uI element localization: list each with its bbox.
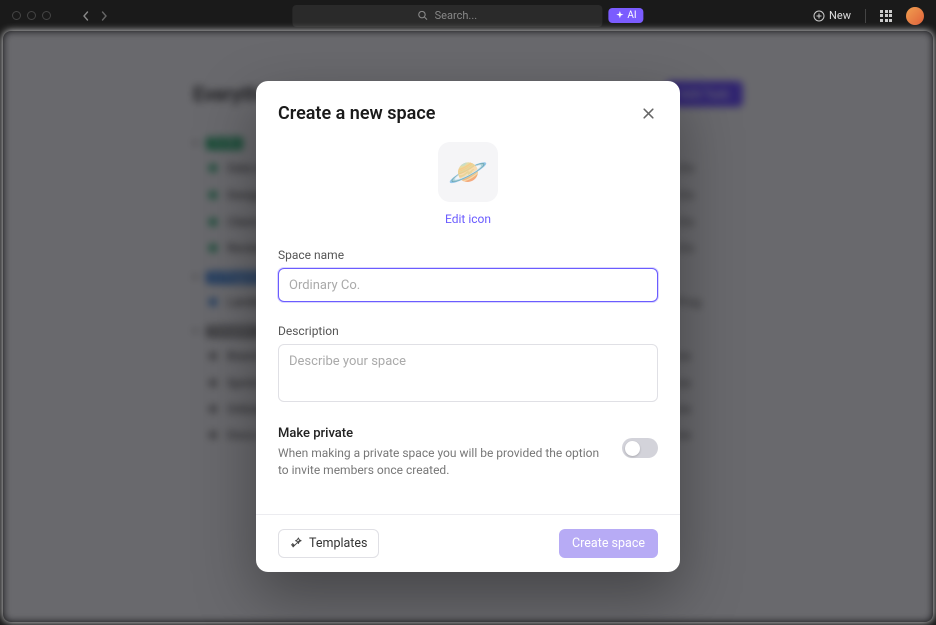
make-private-title: Make private <box>278 426 604 441</box>
window-zoom[interactable] <box>42 11 51 20</box>
edit-icon-link[interactable]: Edit icon <box>445 212 491 226</box>
close-icon <box>642 107 655 120</box>
create-space-modal: Create a new space 🪐 Edit icon Space nam… <box>256 81 680 572</box>
sparkle-icon <box>615 11 624 20</box>
space-name-label: Space name <box>278 248 658 262</box>
plus-circle-icon <box>813 10 825 22</box>
modal-title: Create a new space <box>278 103 435 124</box>
apps-grid-icon[interactable] <box>880 10 892 22</box>
search-input[interactable]: Search... <box>292 5 602 27</box>
make-private-toggle[interactable] <box>622 438 658 458</box>
nav-back-icon[interactable] <box>81 11 91 21</box>
description-input[interactable] <box>278 344 658 402</box>
make-private-desc: When making a private space you will be … <box>278 445 604 480</box>
create-space-button[interactable]: Create space <box>559 529 658 558</box>
templates-button[interactable]: Templates <box>278 529 379 558</box>
close-button[interactable] <box>638 104 658 124</box>
new-button[interactable]: New <box>813 9 851 22</box>
ai-badge[interactable]: AI <box>608 8 643 23</box>
divider <box>865 9 866 23</box>
search-placeholder: Search... <box>435 9 478 22</box>
topbar: Search... AI New <box>0 0 936 31</box>
space-name-input[interactable] <box>278 268 658 302</box>
nav-forward-icon[interactable] <box>99 11 109 21</box>
wand-icon <box>290 537 303 550</box>
description-label: Description <box>278 324 658 338</box>
search-icon <box>418 10 429 21</box>
toggle-knob <box>625 441 640 456</box>
window-controls <box>12 11 51 20</box>
window-minimize[interactable] <box>27 11 36 20</box>
user-avatar[interactable] <box>906 7 924 25</box>
window-close[interactable] <box>12 11 21 20</box>
nav-arrows <box>81 11 109 21</box>
planet-icon: 🪐 <box>448 153 488 191</box>
space-icon-tile[interactable]: 🪐 <box>438 142 498 202</box>
